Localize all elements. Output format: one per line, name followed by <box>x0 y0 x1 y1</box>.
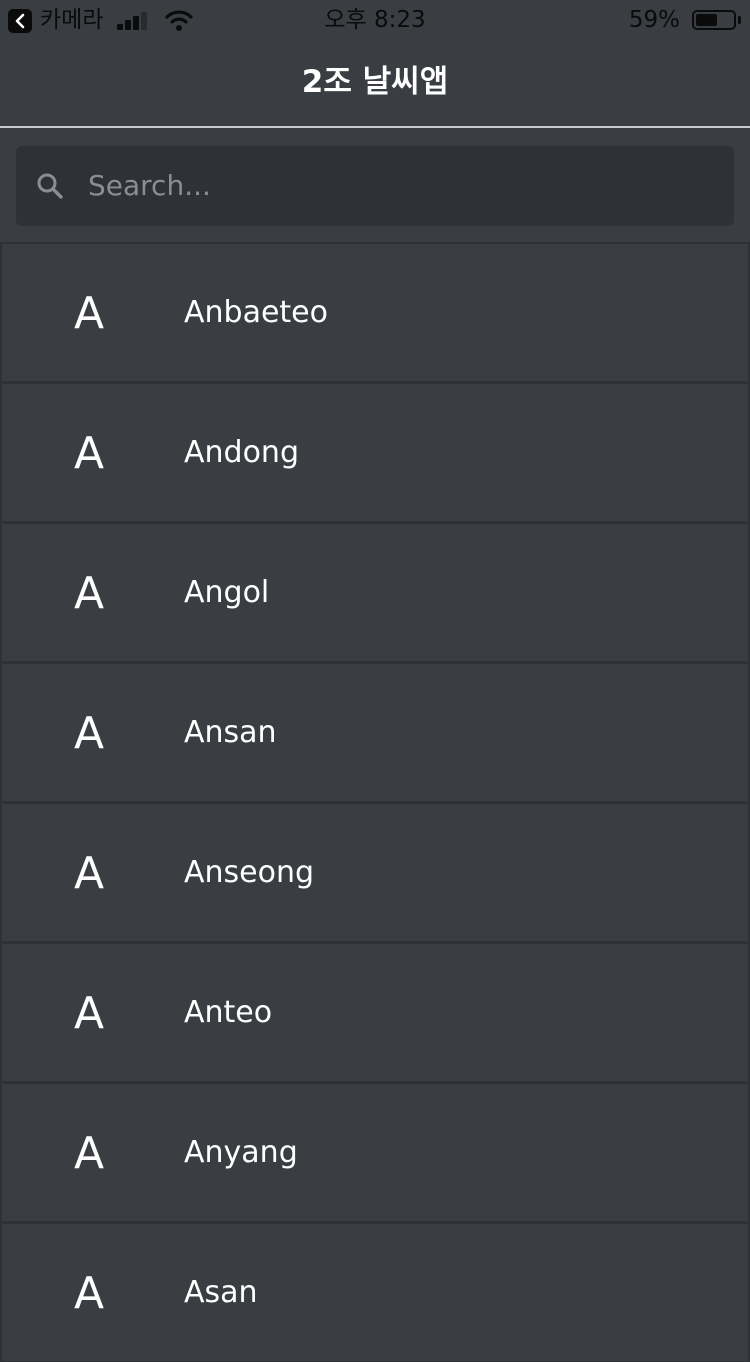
search-icon <box>36 172 64 204</box>
city-initial: A <box>74 1268 105 1319</box>
city-name: Anseong <box>184 855 315 890</box>
city-initial: A <box>74 568 105 619</box>
city-initial: A <box>74 988 105 1039</box>
battery-level-fill <box>696 14 717 26</box>
city-list-item[interactable]: A Anyang <box>0 1082 750 1222</box>
page-title: 2조 날씨앱 <box>301 64 449 100</box>
battery-percent: 59% <box>628 7 680 33</box>
city-list-item[interactable]: A Anbaeteo <box>0 242 750 382</box>
city-initial: A <box>74 428 105 479</box>
city-list-item[interactable]: A Ansan <box>0 662 750 802</box>
city-list-item[interactable]: A Angol <box>0 522 750 662</box>
city-list-item[interactable]: A Asan <box>0 1222 750 1362</box>
city-initial: A <box>74 708 105 759</box>
search-field[interactable]: Search... <box>16 146 734 226</box>
navigation-bar: 2조 날씨앱 <box>0 40 750 126</box>
city-name: Angol <box>184 575 270 610</box>
battery-icon <box>692 10 736 30</box>
city-list: A Anbaeteo A Andong A Angol A Ansan A Anseong A Ant… <box>0 242 750 1362</box>
search-bar: Search... <box>0 128 750 242</box>
city-initial: A <box>74 848 105 899</box>
battery-tip <box>738 16 741 24</box>
city-name: Ansan <box>184 715 277 750</box>
city-initial: A <box>74 288 105 339</box>
city-initial: A <box>74 1128 105 1179</box>
city-list-item[interactable]: A Anseong <box>0 802 750 942</box>
city-name: Anteo <box>184 995 273 1030</box>
city-name: Andong <box>184 435 299 470</box>
status-bar: 카메라 오후 8:23 59% <box>0 0 750 40</box>
city-list-item[interactable]: A Anteo <box>0 942 750 1082</box>
city-list-item[interactable]: A Andong <box>0 382 750 522</box>
city-name: Anbaeteo <box>184 295 328 330</box>
search-input[interactable]: Search... <box>88 146 708 226</box>
city-name: Asan <box>184 1275 258 1310</box>
city-name: Anyang <box>184 1135 298 1170</box>
